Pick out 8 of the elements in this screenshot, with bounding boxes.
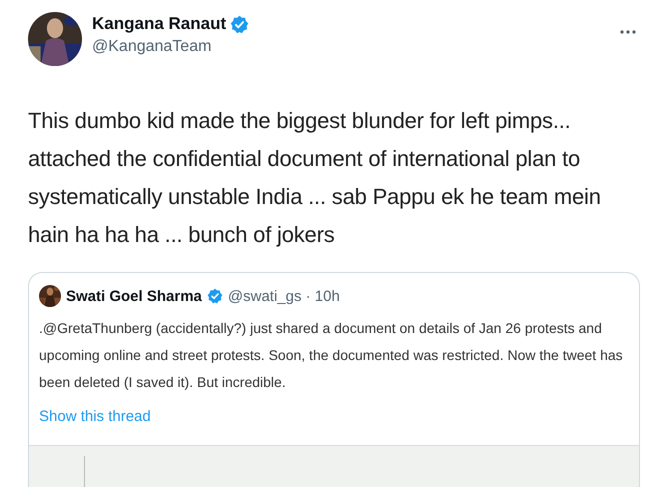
more-icon[interactable]: [620, 30, 636, 34]
quoted-author-name: Swati Goel Sharma: [66, 288, 202, 304]
quoted-author-meta: @swati_gs · 10h: [228, 288, 340, 304]
author-name[interactable]: Kangana Ranaut: [92, 14, 226, 34]
quoted-tweet-card[interactable]: [28, 272, 640, 487]
quoted-tweet-text: .@GretaThunberg (accidentally?) just shared a document on details of Jan 26 protests and upcoming online and street protests. Soon, the documented was restricted. Now the tweet has been deleted (I saved it). But incredible.: [38, 319, 624, 392]
author-handle[interactable]: @KanganaTeam: [92, 38, 610, 56]
tweet-text: This dumbo kid made the biggest blunder for left pimps... attached the confidential document of international plan to systematically unstable India ... sab Pappu ek he team mein hain ha ha ha ... bunch of jokers: [28, 107, 602, 249]
